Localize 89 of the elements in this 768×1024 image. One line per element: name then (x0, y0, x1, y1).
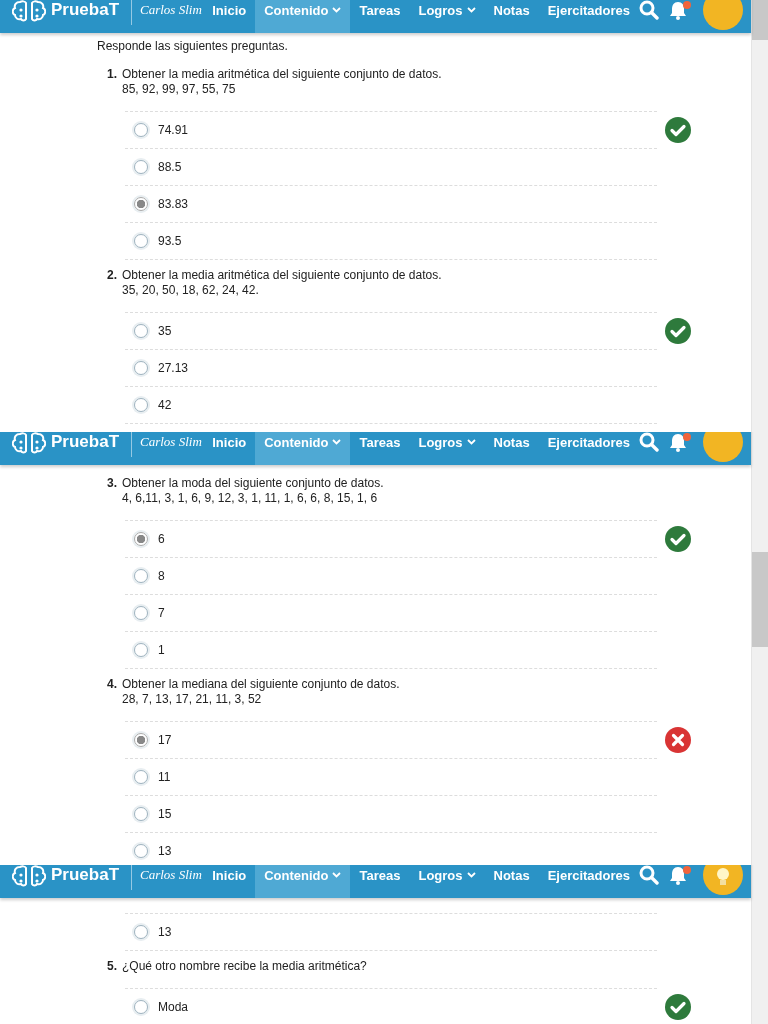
data-set-text: 35, 20, 50, 18, 62, 24, 42. (122, 283, 260, 298)
nav-menu-item[interactable]: Inicio (203, 865, 256, 898)
radio-button[interactable] (134, 1000, 148, 1014)
radio-button[interactable] (134, 733, 148, 747)
answer-option[interactable]: 13 (158, 844, 172, 858)
answer-option[interactable]: 74.91 (158, 123, 189, 137)
bell-icon[interactable] (669, 432, 687, 452)
answer-option[interactable]: 11 (158, 770, 171, 784)
question-number: 4. (107, 677, 117, 693)
radio-button[interactable] (134, 197, 148, 211)
question-text: Obtener la media aritmética del siguiente conjunto de datos. (122, 268, 442, 283)
nav-menu-item[interactable]: Tareas (350, 0, 410, 33)
nav-menu-item[interactable]: Inicio (203, 0, 256, 33)
radio-button[interactable] (134, 606, 148, 620)
avatar[interactable] (703, 0, 743, 30)
partner-logo-text: Carlos Slim (140, 434, 202, 450)
brain-logo-icon (12, 432, 46, 454)
nav-menu-item[interactable]: Ejercitadores (538, 0, 639, 33)
answer-option[interactable]: 7 (158, 606, 165, 620)
answer-option[interactable]: 15 (158, 807, 172, 821)
scrollbar[interactable] (751, 0, 768, 432)
nav-menu-item[interactable]: Notas (484, 432, 539, 465)
radio-button[interactable] (134, 123, 148, 137)
brand-name: PruebaT (51, 0, 120, 20)
search-icon[interactable] (639, 432, 659, 452)
radio-button[interactable] (134, 361, 148, 375)
nav-menu-item[interactable]: Logros (409, 865, 485, 898)
nav-menu-item[interactable]: Logros (409, 0, 485, 33)
bell-icon[interactable] (669, 0, 687, 20)
brand-name: PruebaT (51, 865, 120, 885)
nav-menu-item[interactable]: Ejercitadores (538, 865, 639, 898)
answer-option[interactable]: 6 (158, 532, 165, 546)
question-number: 5. (107, 959, 117, 974)
answer-option[interactable]: 35 (158, 324, 172, 338)
question-text: ¿Qué otro nombre recibe la media aritmética? (122, 959, 367, 974)
question-number: 3. (107, 476, 117, 492)
search-icon[interactable] (639, 0, 659, 20)
radio-button[interactable] (134, 398, 148, 412)
nav-menu-item[interactable]: Tareas (350, 432, 410, 465)
nav-menu-item[interactable]: Logros (409, 432, 485, 465)
radio-button[interactable] (134, 807, 148, 821)
nav-menu-item[interactable]: Contenido (255, 865, 351, 898)
bell-icon[interactable] (669, 865, 687, 885)
question-text: Obtener la mediana del siguiente conjunto de datos. (122, 677, 400, 692)
question-text: Obtener la media aritmética del siguiente conjunto de datos. (122, 67, 442, 82)
radio-button[interactable] (134, 569, 148, 583)
search-icon[interactable] (639, 865, 659, 885)
brain-logo-icon (12, 0, 46, 22)
radio-button[interactable] (134, 643, 148, 657)
brain-logo-icon (12, 865, 46, 887)
nav-menu-item[interactable]: Notas (484, 865, 539, 898)
radio-button[interactable] (134, 532, 148, 546)
answer-option[interactable]: Moda (158, 1000, 189, 1014)
radio-button[interactable] (134, 160, 148, 174)
answer-option[interactable]: 88.5 (158, 160, 182, 174)
scrollbar[interactable] (751, 865, 768, 1024)
radio-button[interactable] (134, 234, 148, 248)
question-number: 1. (107, 67, 117, 83)
avatar[interactable] (703, 865, 743, 895)
nav-menu-item[interactable]: Ejercitadores (538, 432, 639, 465)
answer-option[interactable]: 8 (158, 569, 165, 583)
answer-option[interactable]: 83.83 (158, 197, 189, 211)
data-set-text: 85, 92, 99, 97, 55, 75 (122, 82, 237, 97)
nav-menu-item[interactable]: Contenido (255, 432, 351, 465)
answer-option[interactable]: 27.13 (158, 361, 189, 375)
nav-menu-item[interactable]: Inicio (203, 432, 256, 465)
avatar[interactable] (703, 432, 743, 462)
answer-option[interactable]: 13 (158, 925, 172, 939)
answer-option[interactable]: 42 (158, 398, 172, 412)
radio-button[interactable] (134, 925, 148, 939)
data-set-text: 28, 7, 13, 17, 21, 11, 3, 52 (122, 692, 263, 707)
question-number: 2. (107, 268, 117, 284)
answer-option[interactable]: 1 (158, 643, 165, 657)
instructions-text: Responde las siguientes preguntas. (97, 39, 289, 53)
scrollbar-thumb[interactable] (752, 0, 768, 40)
radio-button[interactable] (134, 324, 148, 338)
brand-name: PruebaT (51, 432, 120, 452)
partner-logo-text: Carlos Slim (140, 867, 202, 883)
radio-button[interactable] (134, 770, 148, 784)
answer-option[interactable]: 17 (158, 733, 172, 747)
scrollbar-thumb[interactable] (752, 552, 768, 647)
radio-button[interactable] (134, 844, 148, 858)
data-set-text: 4, 6,11, 3, 1, 6, 9, 12, 3, 1, 11, 1, 6, 6, 8, 15, 1, 6 (122, 491, 379, 506)
nav-menu-item[interactable]: Tareas (350, 865, 410, 898)
nav-menu-item[interactable]: Notas (484, 0, 539, 33)
answer-option[interactable]: 93.5 (158, 234, 182, 248)
question-text: Obtener la moda del siguiente conjunto de datos. (122, 476, 384, 491)
partner-logo-text: Carlos Slim (140, 2, 202, 18)
nav-menu-item[interactable]: Contenido (255, 0, 351, 33)
